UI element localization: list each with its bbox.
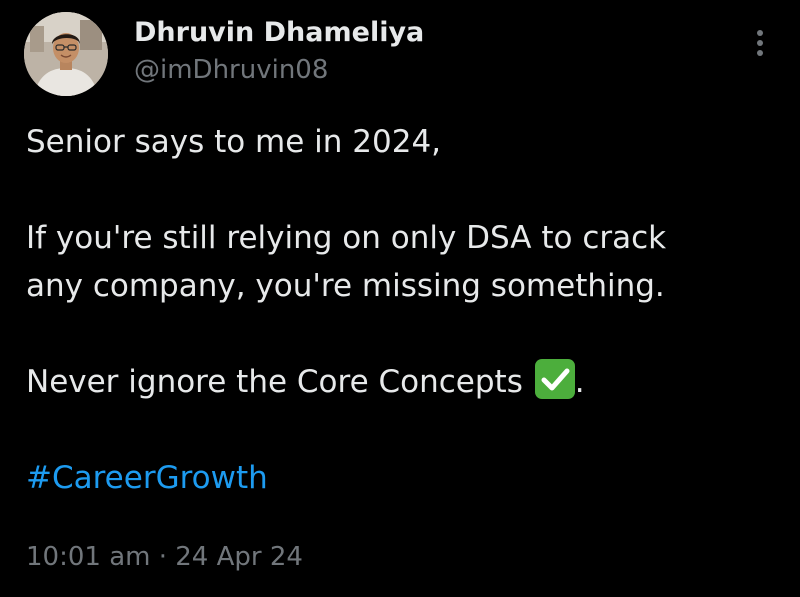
more-options-icon[interactable] <box>745 30 775 64</box>
more-dot <box>757 40 763 46</box>
more-dot <box>757 30 763 36</box>
tweet-line: If you're still relying on only DSA to c… <box>26 220 667 256</box>
tweet-date[interactable]: 24 Apr 24 <box>175 542 303 572</box>
tweet-line: Never ignore the Core Concepts <box>26 364 523 400</box>
avatar-photo <box>24 12 108 96</box>
tweet-line-with-emoji: Never ignore the Core Concepts . <box>26 358 766 406</box>
tweet-line-end: . <box>574 364 585 400</box>
white-heavy-check-mark-icon <box>534 359 575 399</box>
tweet-text: Senior says to me in 2024, If you're sti… <box>26 118 766 502</box>
tweet-time[interactable]: 10:01 am <box>26 542 150 572</box>
hashtag-link[interactable]: #CareerGrowth <box>26 460 268 496</box>
more-dot <box>757 50 763 56</box>
user-handle[interactable]: @imDhruvin08 <box>134 52 424 88</box>
tweet-line: any company, you're missing something. <box>26 268 665 304</box>
meta-separator: · <box>158 542 167 572</box>
avatar[interactable] <box>24 12 108 96</box>
tweet-meta: 10:01 am · 24 Apr 24 <box>26 538 303 576</box>
author-block: Dhruvin Dhameliya @imDhruvin08 <box>134 14 424 88</box>
display-name[interactable]: Dhruvin Dhameliya <box>134 14 424 52</box>
tweet-line: Senior says to me in 2024, <box>26 124 442 160</box>
tweet: Dhruvin Dhameliya @imDhruvin08 Senior sa… <box>0 0 800 597</box>
